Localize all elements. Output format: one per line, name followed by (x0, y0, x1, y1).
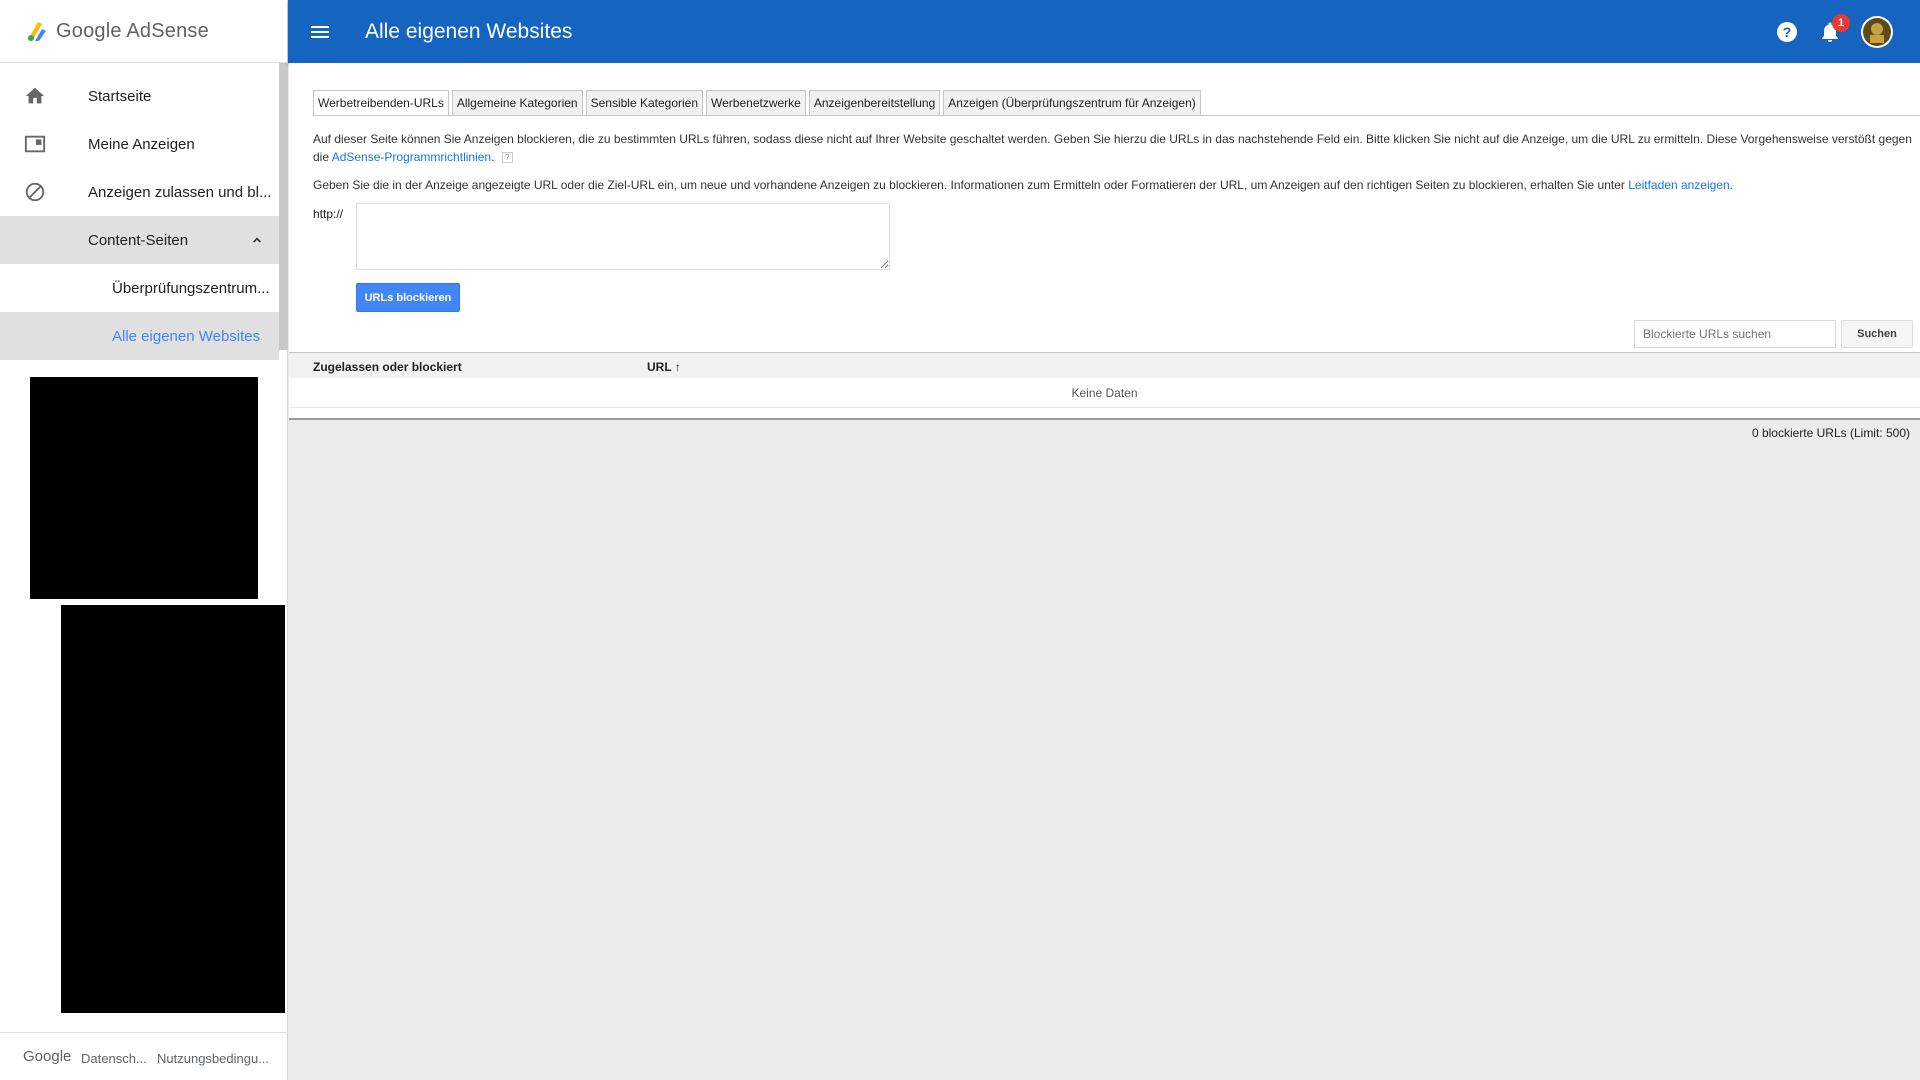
main-area: Werbetreibenden-URLs Allgemeine Kategori… (289, 63, 1920, 1080)
svg-text:?: ? (1783, 24, 1792, 40)
notification-badge: 1 (1832, 14, 1850, 32)
sidebar-scrollbar[interactable] (279, 63, 288, 350)
avatar[interactable] (1861, 16, 1893, 48)
search-button[interactable]: Suchen (1841, 320, 1913, 348)
sidebar-item-meine-anzeigen[interactable]: Meine Anzeigen (0, 120, 279, 168)
help-question-icon[interactable]: ? (501, 152, 513, 164)
adsense-logo[interactable]: Google AdSense (0, 0, 287, 63)
instructions-end: . (1729, 178, 1733, 192)
sidebar-item-startseite[interactable]: Startseite (0, 72, 279, 120)
menu-icon[interactable] (308, 20, 332, 44)
sidebar: Google AdSense Startseite Meine Anzeigen… (0, 0, 288, 1080)
block-urls-button[interactable]: URLs blockieren (356, 283, 460, 312)
sidebar-item-content-seiten[interactable]: Content-Seiten (0, 216, 279, 264)
sidebar-item-label: Meine Anzeigen (88, 135, 195, 153)
sidebar-item-label: Content-Seiten (88, 231, 189, 249)
url-input[interactable] (356, 203, 890, 270)
help-icon[interactable]: ? (1775, 20, 1799, 44)
search-input[interactable] (1634, 320, 1836, 348)
redacted-block (30, 377, 258, 599)
redacted-block (61, 605, 285, 1013)
tab-divider (313, 115, 1920, 116)
brand-name: Google AdSense (56, 19, 209, 42)
sidebar-item-label: Startseite (88, 87, 152, 105)
table-header: Zugelassen oder blockiert URL ↑ (289, 352, 1920, 378)
sidebar-item-label: Anzeigen zulassen und bl... (88, 183, 272, 201)
app-header: Alle eigenen Websites ? 1 (288, 0, 1920, 63)
intro-text: Auf dieser Seite können Sie Anzeigen blo… (313, 132, 1912, 164)
instructions-text: Geben Sie die in der Anzeige angezeigte … (313, 178, 1625, 192)
sidebar-footer: Google Datensch... Nutzungsbedingu... (0, 1032, 287, 1080)
tab-ueberpruefungszentrum[interactable]: Anzeigen (Überprüfungszentrum für Anzeig… (943, 90, 1201, 116)
blocked-url-count: 0 blockierte URLs (Limit: 500) (1751, 426, 1910, 440)
tab-sensible-kategorien[interactable]: Sensible Kategorien (585, 90, 704, 116)
instructions-paragraph: Geben Sie die in der Anzeige angezeigte … (313, 176, 1913, 194)
tab-bar: Werbetreibenden-URLs Allgemeine Kategori… (313, 90, 1204, 116)
tab-werbetreibenden-urls[interactable]: Werbetreibenden-URLs (313, 90, 449, 116)
avatar-image (1863, 18, 1891, 46)
sidebar-item-label: Überprüfungszentrum... (112, 279, 270, 297)
empty-table-message: Keine Daten (289, 378, 1920, 408)
content-panel: Werbetreibenden-URLs Allgemeine Kategori… (289, 63, 1920, 418)
tab-werbenetzwerke[interactable]: Werbenetzwerke (706, 90, 806, 116)
column-header-url[interactable]: URL ↑ (647, 360, 681, 374)
sidebar-item-anzeigen-zulassen[interactable]: Anzeigen zulassen und bl... (0, 168, 279, 216)
intro-paragraph: Auf dieser Seite können Sie Anzeigen blo… (313, 130, 1913, 166)
block-icon (25, 182, 45, 202)
privacy-link[interactable]: Datensch... (81, 1051, 147, 1066)
column-header-status[interactable]: Zugelassen oder blockiert (313, 360, 462, 374)
terms-link[interactable]: Nutzungsbedingu... (157, 1051, 269, 1066)
tab-allgemeine-kategorien[interactable]: Allgemeine Kategorien (451, 90, 583, 116)
page-title: Alle eigenen Websites (365, 20, 573, 43)
ad-icon (24, 135, 46, 153)
google-footer-logo: Google (23, 1048, 72, 1065)
policy-link[interactable]: AdSense-Programmrichtlinien (332, 150, 491, 164)
sidebar-item-alle-websites[interactable]: Alle eigenen Websites (0, 312, 279, 360)
tab-anzeigenbereitstellung[interactable]: Anzeigenbereitstellung (808, 90, 941, 116)
home-icon (25, 87, 45, 104)
table-footer-divider (289, 418, 1920, 420)
guide-link[interactable]: Leitfaden anzeigen (1628, 178, 1729, 192)
sidebar-item-label: Alle eigenen Websites (112, 327, 261, 345)
sidebar-item-ueberpruefungszentrum[interactable]: Überprüfungszentrum... (0, 264, 279, 312)
adsense-logo-icon (28, 22, 46, 41)
chevron-up-icon (253, 237, 261, 243)
intro-end: . (491, 150, 495, 164)
http-prefix-label: http:// (313, 207, 344, 221)
